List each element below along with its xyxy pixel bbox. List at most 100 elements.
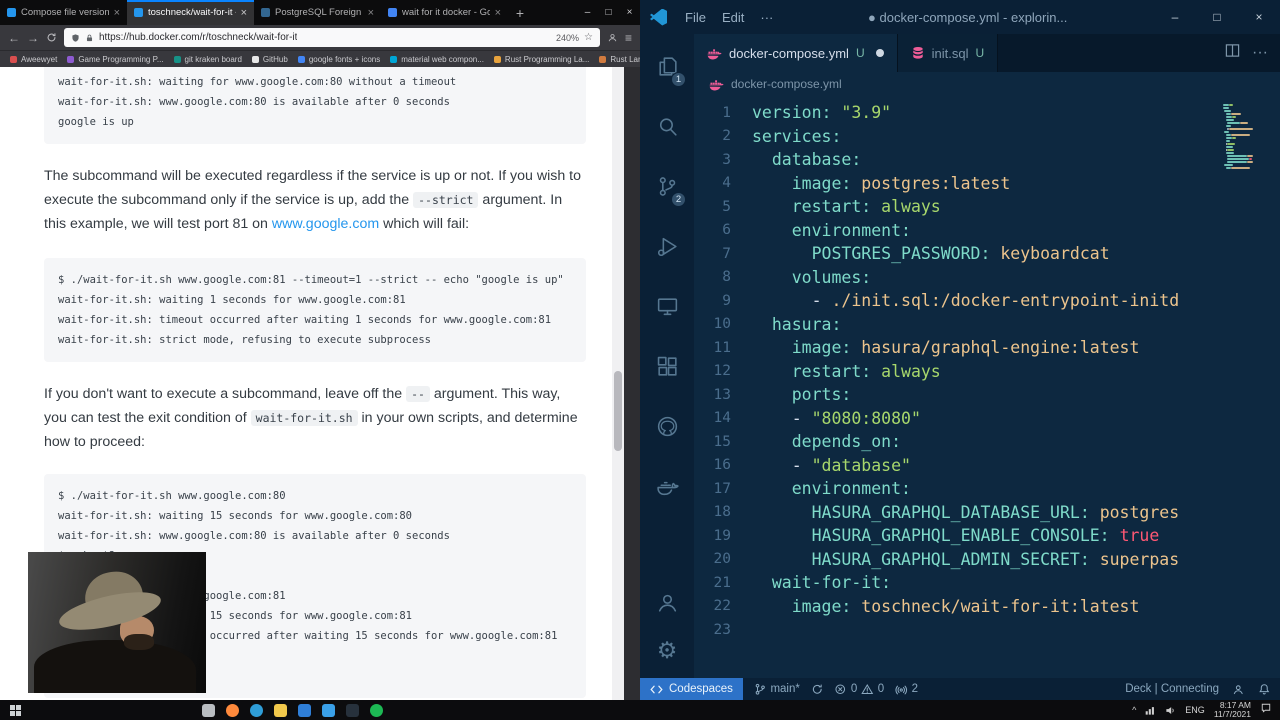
zoom-level[interactable]: 240%: [556, 33, 579, 43]
code-line[interactable]: 9 - ./init.sql:/docker-entrypoint-initd: [694, 289, 1280, 313]
menu-icon[interactable]: ≡: [625, 31, 632, 45]
source-control-icon[interactable]: 2: [645, 156, 689, 216]
notifications-bell-icon[interactable]: [1258, 683, 1271, 696]
ports-status[interactable]: 2: [895, 683, 918, 696]
bookmark-item[interactable]: material web compon...: [390, 55, 484, 64]
connection-status[interactable]: Deck | Connecting: [1125, 683, 1219, 695]
tab-close-icon[interactable]: ×: [114, 7, 120, 19]
github-icon[interactable]: [645, 396, 689, 456]
browser-tab[interactable]: wait for it docker - Google S... ×: [381, 0, 508, 25]
bookmark-item[interactable]: Game Programming P...: [67, 55, 164, 64]
code-line[interactable]: 6 environment:: [694, 219, 1280, 243]
spotify-icon[interactable]: [370, 703, 383, 717]
bookmark-star-icon[interactable]: ☆: [584, 32, 593, 43]
code-line[interactable]: 8 volumes:: [694, 266, 1280, 290]
editor-tab[interactable]: docker-compose.yml U: [694, 34, 898, 72]
code-line[interactable]: 15 depends_on:: [694, 430, 1280, 454]
edge-icon[interactable]: [250, 703, 263, 717]
code-line[interactable]: 7 POSTGRES_PASSWORD: keyboardcat: [694, 242, 1280, 266]
new-tab-button[interactable]: +: [508, 0, 532, 25]
tab-close-icon[interactable]: ×: [368, 7, 374, 19]
bookmark-item[interactable]: Aweewyet: [10, 55, 57, 64]
store-icon[interactable]: [298, 703, 311, 717]
volume-icon[interactable]: [1165, 705, 1176, 716]
network-icon[interactable]: [1145, 705, 1156, 716]
code-line[interactable]: 20 HASURA_GRAPHQL_ADMIN_SECRET: superpas: [694, 548, 1280, 572]
code-line[interactable]: 18 HASURA_GRAPHQL_DATABASE_URL: postgres: [694, 501, 1280, 525]
remote-indicator[interactable]: Codespaces: [640, 678, 743, 700]
menu-file[interactable]: File: [677, 10, 714, 25]
code-line[interactable]: 1 version: "3.9": [694, 101, 1280, 125]
page-scrollbar[interactable]: [612, 67, 624, 700]
reload-icon[interactable]: [46, 32, 57, 43]
close-icon[interactable]: ×: [619, 0, 640, 25]
terminal-icon[interactable]: [346, 703, 359, 717]
tab-close-icon[interactable]: ×: [495, 7, 501, 19]
code-line[interactable]: 22 image: toschneck/wait-for-it:latest: [694, 595, 1280, 619]
remote-explorer-icon[interactable]: [645, 276, 689, 336]
code-line[interactable]: 10 hasura:: [694, 313, 1280, 337]
code-line[interactable]: 16 - "database": [694, 454, 1280, 478]
docker-icon[interactable]: [645, 456, 689, 516]
browser-tab[interactable]: toschneck/wait-for-it - Dock... ×: [127, 0, 254, 25]
bookmark-item[interactable]: GitHub: [251, 55, 288, 64]
code-line[interactable]: 14 - "8080:8080": [694, 407, 1280, 431]
code-line[interactable]: 12 restart: always: [694, 360, 1280, 384]
code-line[interactable]: 2 services:: [694, 125, 1280, 149]
back-icon[interactable]: ←: [8, 31, 20, 45]
bookmark-item[interactable]: git kraken board: [173, 55, 242, 64]
browser-tab[interactable]: Compose file version 3 refe... ×: [0, 0, 127, 25]
menu-overflow-icon[interactable]: ···: [752, 10, 781, 25]
start-button-icon[interactable]: [0, 700, 30, 720]
modified-dot-icon[interactable]: [875, 49, 884, 57]
bookmark-item[interactable]: Rust Language Cheat ...: [599, 55, 640, 64]
editor-tab[interactable]: init.sql U: [897, 34, 999, 72]
code-line[interactable]: 17 environment:: [694, 477, 1280, 501]
extensions-icon[interactable]: [645, 336, 689, 396]
forward-icon[interactable]: →: [27, 31, 39, 45]
code-line[interactable]: 23: [694, 618, 1280, 642]
minimap[interactable]: [1223, 104, 1275, 173]
file-explorer-icon[interactable]: [274, 703, 287, 717]
maximize-icon[interactable]: □: [598, 0, 619, 25]
clock[interactable]: 8:17 AM 11/7/2021: [1214, 700, 1251, 720]
run-debug-icon[interactable]: [645, 216, 689, 276]
vscode-icon[interactable]: [322, 703, 335, 717]
split-editor-icon[interactable]: [1225, 43, 1240, 63]
minimize-icon[interactable]: –: [1154, 0, 1196, 34]
maximize-icon[interactable]: □: [1196, 0, 1238, 34]
account-icon[interactable]: [607, 32, 618, 43]
code-line[interactable]: 11 image: hasura/graphql-engine:latest: [694, 336, 1280, 360]
code-line[interactable]: 19 HASURA_GRAPHQL_ENABLE_CONSOLE: true: [694, 524, 1280, 548]
code-line[interactable]: 13 ports:: [694, 383, 1280, 407]
feedback-icon[interactable]: [1232, 683, 1245, 696]
problems-status[interactable]: 0 0: [834, 683, 884, 696]
firefox-icon[interactable]: [226, 703, 239, 717]
task-view-icon[interactable]: [202, 703, 215, 717]
minimize-icon[interactable]: –: [577, 0, 598, 25]
tab-close-icon[interactable]: ×: [241, 7, 247, 19]
doc-link[interactable]: www.google.com: [272, 216, 379, 232]
bookmark-item[interactable]: Rust Programming La...: [493, 55, 589, 64]
tray-expand-icon[interactable]: ^: [1132, 705, 1136, 715]
settings-gear-icon[interactable]: ⚙: [645, 626, 689, 674]
code-line[interactable]: 21 wait-for-it:: [694, 571, 1280, 595]
url-bar[interactable]: https://hub.docker.com/r/toschneck/wait-…: [64, 28, 600, 47]
scrollbar-thumb[interactable]: [614, 370, 622, 451]
code-editor[interactable]: 1 version: "3.9" 2 services: 3 database: 4 im…: [694, 96, 1280, 678]
close-icon[interactable]: ×: [1238, 0, 1280, 34]
code-line[interactable]: 4 image: postgres:latest: [694, 172, 1280, 196]
action-center-icon[interactable]: [1260, 701, 1272, 719]
git-branch-status[interactable]: main*: [754, 683, 800, 696]
bookmark-item[interactable]: google fonts + icons: [297, 55, 380, 64]
more-actions-icon[interactable]: ···: [1252, 44, 1268, 62]
search-icon[interactable]: [645, 96, 689, 156]
browser-tab[interactable]: PostgreSQL Foreign Key ×: [254, 0, 381, 25]
language-indicator[interactable]: ENG: [1185, 705, 1205, 715]
breadcrumb[interactable]: docker-compose.yml: [694, 72, 1280, 96]
explorer-icon[interactable]: 1: [645, 36, 689, 96]
sync-status[interactable]: [811, 683, 824, 696]
accounts-icon[interactable]: [645, 578, 689, 626]
menu-edit[interactable]: Edit: [714, 10, 752, 25]
code-line[interactable]: 3 database:: [694, 148, 1280, 172]
